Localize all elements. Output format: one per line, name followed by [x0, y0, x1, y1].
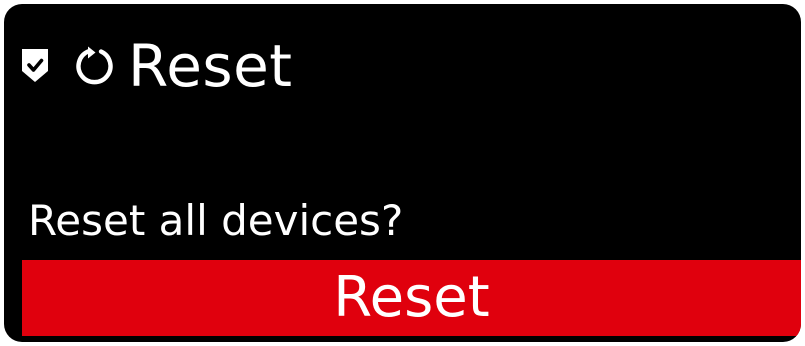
shield-check-icon: [22, 49, 48, 82]
device-screen: Reset Reset all devices? Reset: [4, 4, 801, 342]
page-title: Reset: [128, 32, 293, 100]
header: Reset: [20, 26, 293, 106]
reset-icon: [76, 46, 113, 85]
reset-question: Reset all devices?: [28, 196, 404, 245]
reset-button[interactable]: Reset: [22, 260, 801, 336]
